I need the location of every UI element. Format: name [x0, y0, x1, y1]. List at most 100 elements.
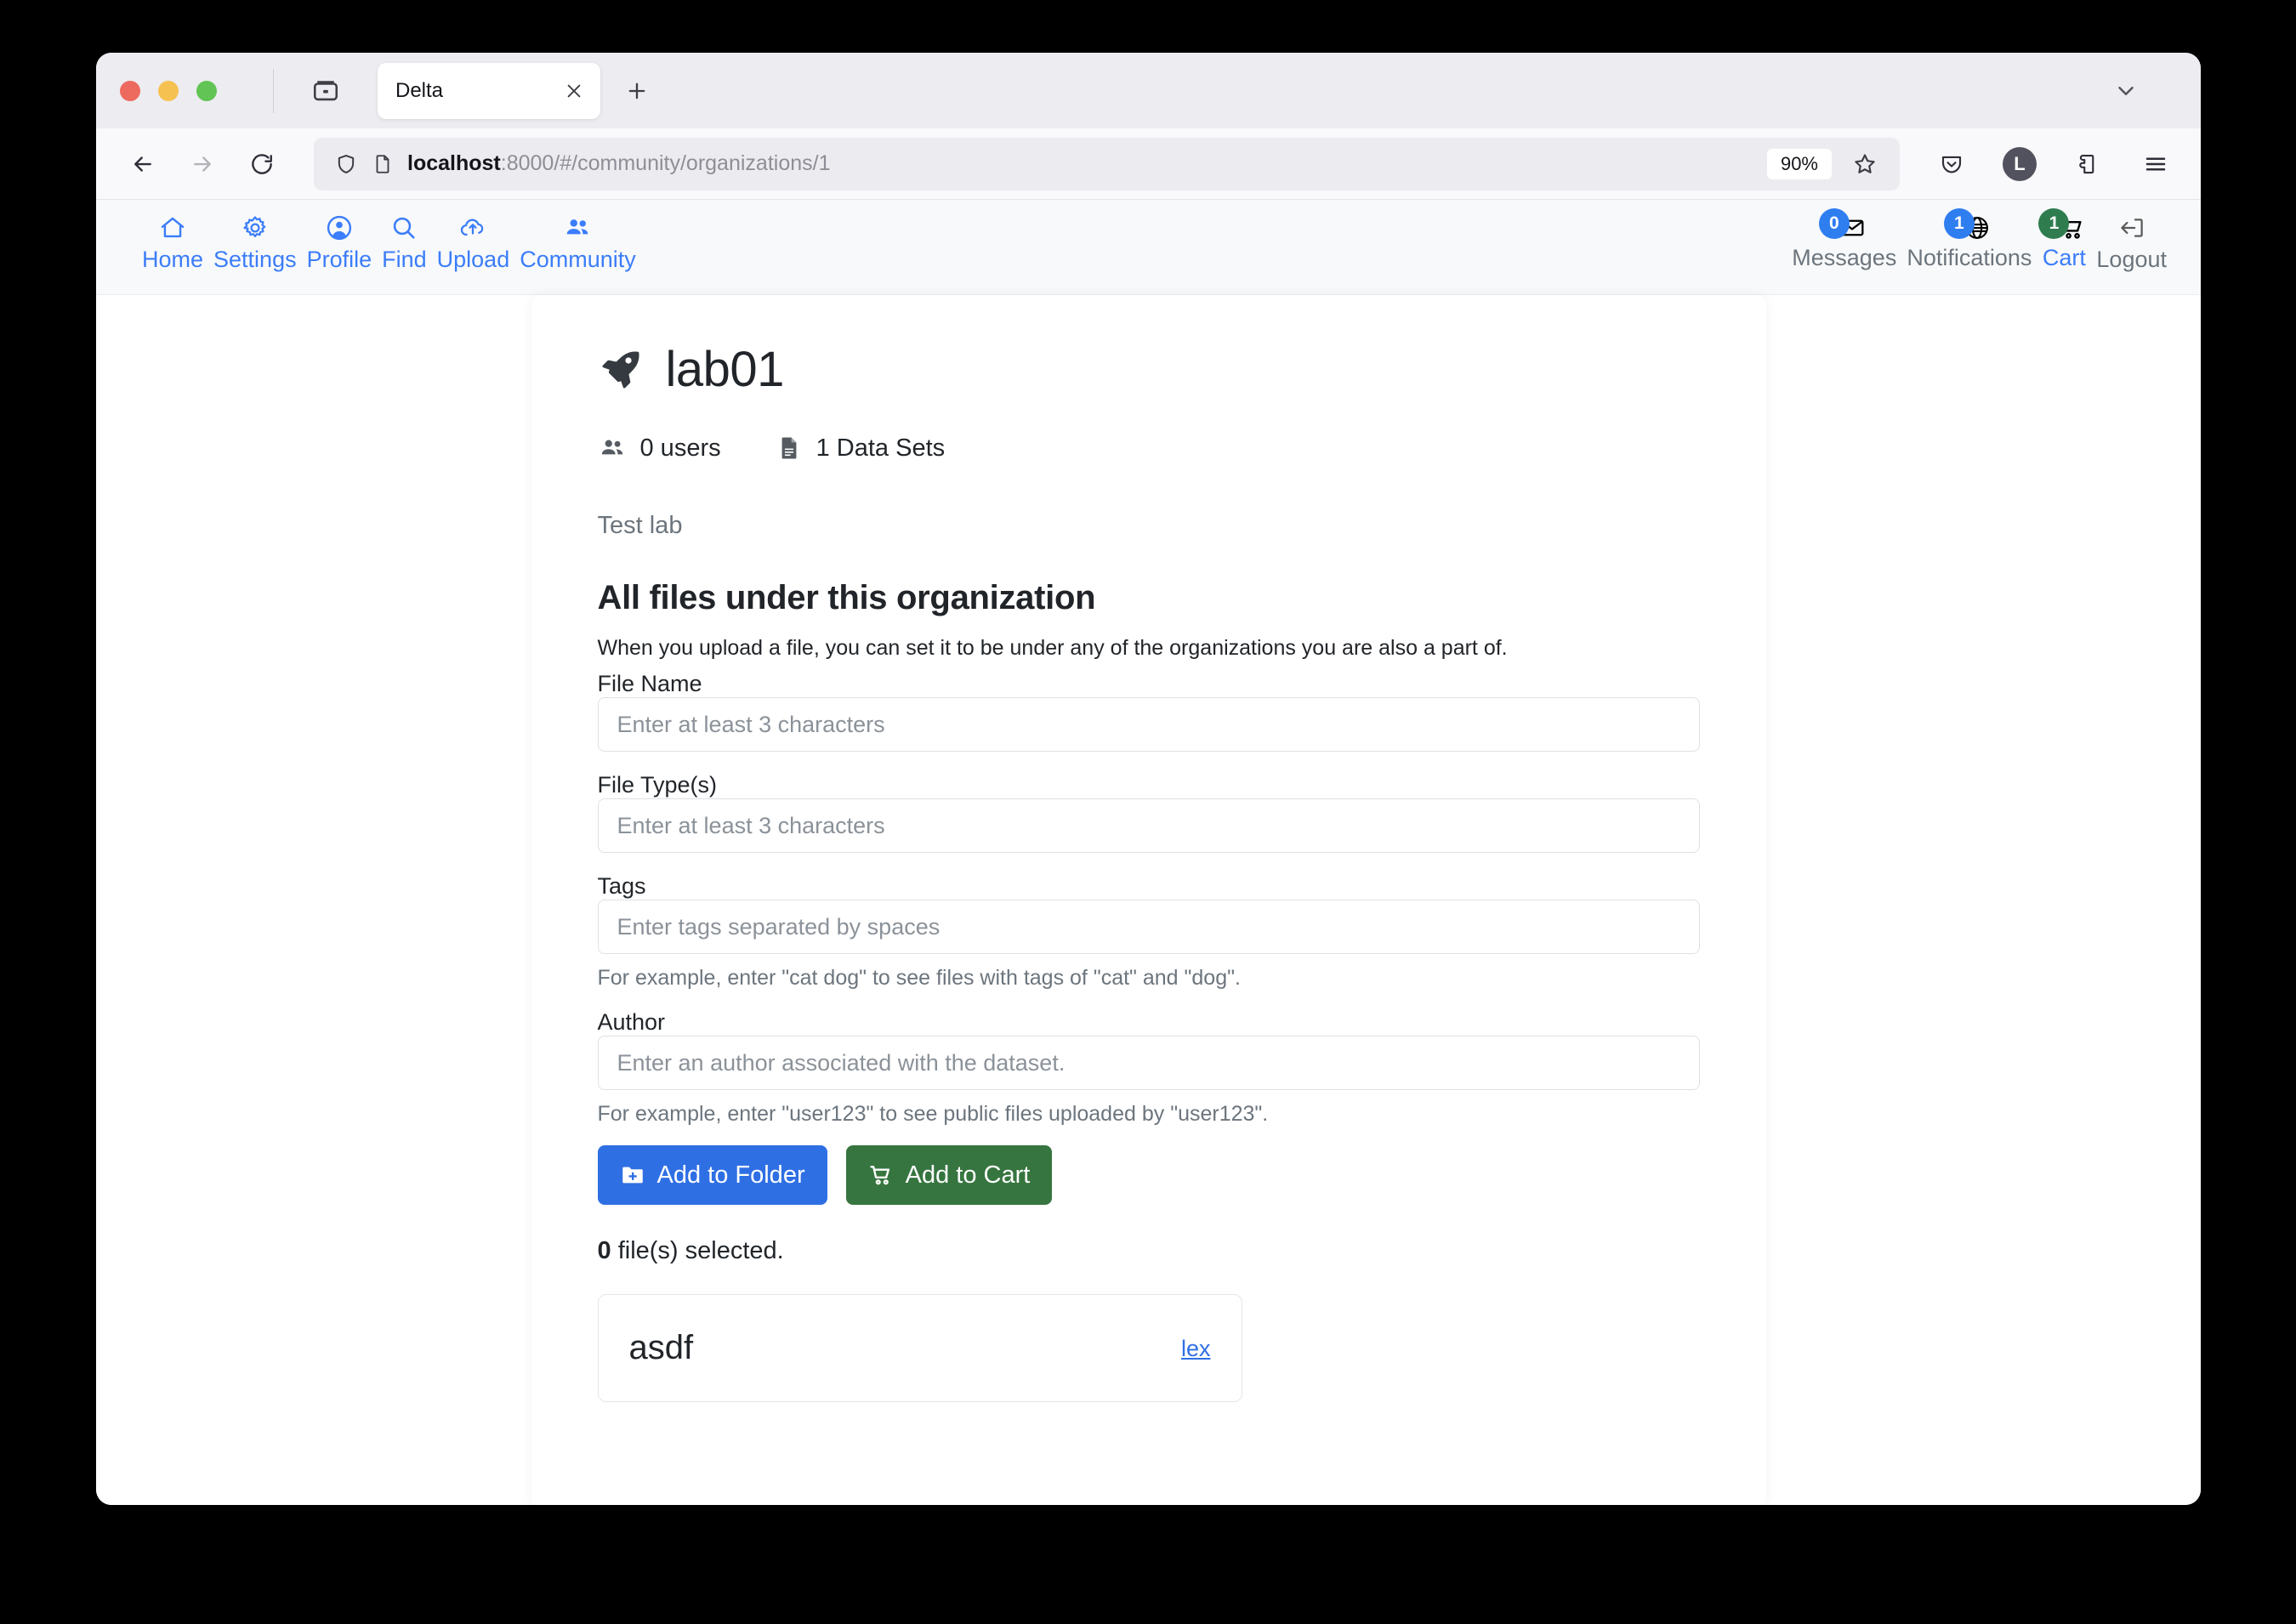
nav-item-home[interactable]: Home [137, 210, 208, 271]
page-viewport: Home Settings Profile Find Upload Commun… [96, 200, 2201, 1505]
url-host: localhost [407, 151, 501, 175]
people-icon [598, 434, 627, 463]
stat-datasets: 1 Data Sets [776, 434, 946, 463]
add-to-folder-label: Add to Folder [656, 1161, 805, 1189]
shield-icon[interactable] [334, 152, 358, 176]
nav-item-find[interactable]: Find [377, 210, 432, 271]
nav-label-community: Community [520, 247, 636, 272]
rocket-icon [598, 347, 644, 393]
nav-item-cart[interactable]: 1 Cart [2037, 208, 2091, 270]
document-icon [776, 434, 803, 462]
firefox-view-icon[interactable] [299, 65, 352, 117]
hamburger-menu-icon[interactable] [2133, 141, 2179, 187]
nav-label-notifications: Notifications [1907, 245, 2032, 270]
pocket-save-icon[interactable] [1929, 141, 1975, 187]
stat-users: 0 users [598, 434, 721, 463]
window-controls [96, 80, 225, 101]
tags-hint: For example, enter "cat dog" to see file… [597, 966, 1241, 990]
bookmark-star-icon[interactable] [1844, 143, 1886, 185]
nav-label-upload: Upload [436, 247, 510, 272]
zoom-level-indicator[interactable]: 90% [1766, 148, 1832, 179]
stat-datasets-label: 1 Data Sets [816, 434, 946, 462]
logout-icon [2117, 210, 2146, 246]
app-nav-primary-links: Home Settings Profile Find Upload Commun… [137, 210, 641, 271]
nav-label-settings: Settings [213, 247, 297, 272]
stat-users-label: 0 users [639, 434, 721, 462]
page-title: lab01 [665, 342, 785, 397]
field-label-tags: Tags [597, 873, 646, 899]
nav-label-logout: Logout [2096, 247, 2167, 272]
section-subheading: When you upload a file, you can set it t… [597, 636, 1508, 660]
people-icon [563, 210, 592, 246]
person-circle-icon [325, 210, 354, 246]
nav-item-community[interactable]: Community [514, 210, 641, 271]
tags-input[interactable] [597, 900, 1700, 954]
organization-header: lab01 [598, 341, 1700, 398]
tab-title: Delta [395, 78, 444, 102]
minimize-window-button[interactable] [158, 80, 179, 101]
toolbar-actions: L [1920, 141, 2179, 187]
cart-icon-wrap: 1 [2038, 208, 2086, 246]
nav-item-settings[interactable]: Settings [208, 210, 302, 271]
nav-label-find: Find [382, 247, 427, 272]
organization-description: Test lab [597, 512, 683, 539]
nav-label-messages: Messages [1792, 245, 1897, 270]
organization-content-panel: lab01 0 users 1 Data Sets Test lab All f… [531, 295, 1766, 1505]
field-label-file-type: File Type(s) [597, 772, 718, 798]
maximize-window-button[interactable] [196, 80, 217, 101]
file-result-author-link[interactable]: lex [1181, 1336, 1211, 1362]
browser-tab[interactable]: Delta [378, 62, 600, 119]
account-avatar[interactable]: L [1997, 141, 2043, 187]
nav-label-profile: Profile [306, 247, 372, 272]
organization-stats: 0 users 1 Data Sets [598, 434, 1700, 463]
nav-label-cart: Cart [2042, 245, 2086, 270]
home-icon [158, 210, 187, 246]
nav-item-logout[interactable]: Logout [2091, 210, 2172, 271]
folder-plus-icon [620, 1162, 645, 1188]
search-icon [389, 210, 418, 246]
file-result-card[interactable]: asdf lex [597, 1294, 1242, 1402]
close-tab-icon[interactable] [560, 77, 588, 105]
add-to-folder-button[interactable]: Add to Folder [597, 1145, 827, 1205]
url-bar[interactable]: localhost:8000/#/community/organizations… [314, 137, 1900, 190]
messages-badge: 0 [1818, 208, 1850, 239]
cloud-upload-icon [458, 210, 487, 246]
browser-window: Delta localhost:8000/#/community/organiz… [96, 53, 2201, 1505]
field-label-file-name: File Name [597, 671, 702, 696]
file-type-input[interactable] [597, 798, 1700, 853]
list-all-tabs-chevron-down-icon[interactable] [2102, 67, 2150, 115]
notifications-badge: 1 [1943, 208, 1975, 239]
nav-item-notifications[interactable]: 1 Notifications [1901, 208, 2037, 270]
section-heading: All files under this organization [597, 579, 1096, 616]
nav-item-upload[interactable]: Upload [432, 210, 515, 271]
url-path: :8000/#/community/organizations/1 [500, 151, 831, 175]
new-tab-icon[interactable] [616, 70, 658, 112]
cart-icon [868, 1162, 894, 1188]
back-button[interactable] [118, 139, 168, 189]
url-text: localhost:8000/#/community/organizations… [407, 151, 1767, 176]
app-navigation-bar: Home Settings Profile Find Upload Commun… [96, 200, 2201, 295]
gear-icon [241, 210, 270, 246]
selected-count-value: 0 [597, 1237, 611, 1264]
author-input[interactable] [597, 1036, 1700, 1090]
selected-file-count: 0 file(s) selected. [598, 1237, 1700, 1265]
add-to-cart-label: Add to Cart [905, 1161, 1031, 1189]
nav-label-home: Home [142, 247, 204, 272]
action-button-row: Add to Folder Add to Cart [597, 1145, 1700, 1205]
messages-icon-wrap: 0 [1818, 208, 1867, 246]
browser-toolbar: localhost:8000/#/community/organizations… [96, 128, 2201, 200]
file-result-name: asdf [628, 1329, 694, 1366]
file-name-input[interactable] [597, 697, 1700, 752]
close-window-button[interactable] [120, 80, 140, 101]
page-info-icon[interactable] [372, 153, 394, 175]
reload-button[interactable] [237, 139, 287, 189]
notifications-icon-wrap: 1 [1943, 208, 1992, 246]
avatar-initial: L [2003, 146, 2037, 181]
add-to-cart-button[interactable]: Add to Cart [845, 1145, 1053, 1205]
forward-button[interactable] [178, 139, 227, 189]
nav-item-profile[interactable]: Profile [302, 210, 378, 271]
author-hint: For example, enter "user123" to see publ… [597, 1102, 1269, 1126]
extensions-icon[interactable] [2065, 141, 2111, 187]
nav-item-messages[interactable]: 0 Messages [1787, 208, 1901, 270]
browser-tabstrip: Delta [96, 53, 2201, 128]
